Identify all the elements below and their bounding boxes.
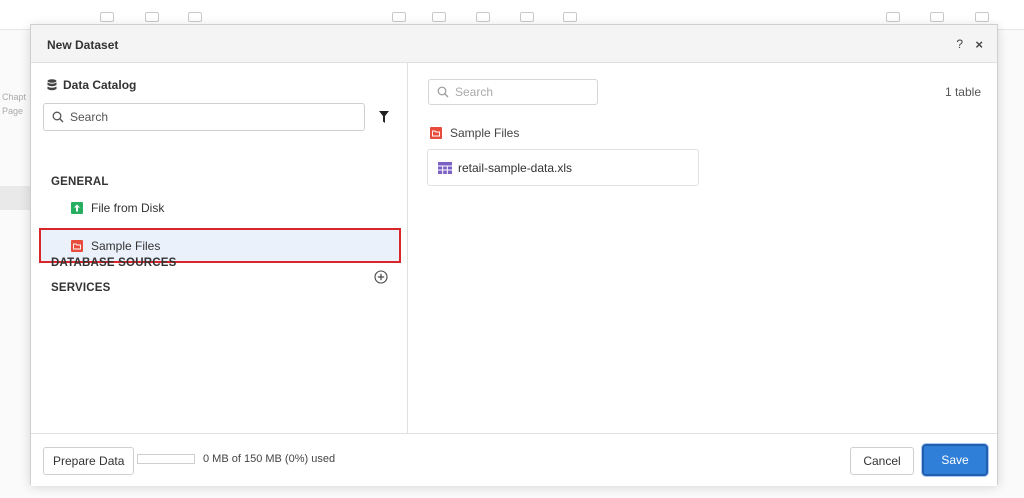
table-icon xyxy=(438,161,452,174)
search-icon xyxy=(437,86,449,98)
background-label: Chapt xyxy=(2,92,27,102)
content-search-input[interactable] xyxy=(455,85,595,99)
prepare-data-button[interactable]: Prepare Data xyxy=(43,447,135,475)
database-icon xyxy=(47,79,57,91)
tree-item-label: File from Disk xyxy=(91,201,165,215)
close-button[interactable]: × xyxy=(975,37,983,52)
toolbar-icon xyxy=(188,12,202,22)
folder-icon xyxy=(71,240,83,252)
section-general[interactable]: GENERAL xyxy=(51,176,109,188)
catalog-header: Data Catalog xyxy=(47,78,136,92)
toolbar-icon xyxy=(476,12,490,22)
folder-icon xyxy=(430,127,442,139)
filter-icon[interactable] xyxy=(379,111,389,123)
toolbar-icon xyxy=(145,12,159,22)
help-button[interactable]: ? xyxy=(956,37,963,51)
storage-usage-text: 0 MB of 150 MB (0%) used xyxy=(203,453,336,465)
save-button[interactable]: Save xyxy=(922,444,988,476)
dialog-title: New Dataset xyxy=(47,38,119,52)
catalog-title: Data Catalog xyxy=(63,78,137,92)
upload-file-icon xyxy=(71,202,83,214)
catalog-search-input[interactable] xyxy=(70,110,350,124)
section-database-sources[interactable]: DATABASE SOURCES xyxy=(51,257,176,269)
table-count: 1 table xyxy=(944,85,981,99)
background-label: Page xyxy=(2,106,24,116)
data-catalog-panel: Data Catalog GENERAL File from Disk xyxy=(31,63,408,433)
dataset-content-panel: 1 table Sample Files retail-sample-data.… xyxy=(409,63,997,433)
dialog-header: New Dataset ? × xyxy=(31,25,997,63)
file-card[interactable]: retail-sample-data.xls xyxy=(427,149,699,186)
search-icon xyxy=(52,111,64,123)
new-dataset-dialog: New Dataset ? × Data Catalog GENERAL xyxy=(30,24,998,486)
toolbar-icon xyxy=(100,12,114,22)
tree-item-file-from-disk[interactable]: File from Disk xyxy=(71,201,164,215)
content-search[interactable] xyxy=(428,79,598,105)
tree-item-sample-files[interactable]: Sample Files xyxy=(71,239,160,253)
dialog-footer: Prepare Data 0 MB of 150 MB (0%) used Ca… xyxy=(31,433,997,486)
catalog-search[interactable] xyxy=(43,103,365,131)
toolbar-icon xyxy=(563,12,577,22)
add-database-icon[interactable] xyxy=(374,270,388,284)
tree-item-label: Sample Files xyxy=(91,239,161,253)
storage-usage-bar xyxy=(137,454,195,464)
toolbar-icon xyxy=(975,12,989,22)
toolbar-icon xyxy=(392,12,406,22)
background-selection xyxy=(0,186,30,210)
toolbar-icon xyxy=(520,12,534,22)
file-name: retail-sample-data.xls xyxy=(458,160,573,175)
toolbar-icon xyxy=(886,12,900,22)
toolbar-icon xyxy=(432,12,446,22)
section-services[interactable]: SERVICES xyxy=(51,282,111,294)
current-folder: Sample Files xyxy=(430,126,519,140)
toolbar-icon xyxy=(930,12,944,22)
background-sidebar: Chapt Page xyxy=(0,30,30,498)
current-folder-label: Sample Files xyxy=(450,126,520,140)
cancel-button[interactable]: Cancel xyxy=(850,447,914,475)
